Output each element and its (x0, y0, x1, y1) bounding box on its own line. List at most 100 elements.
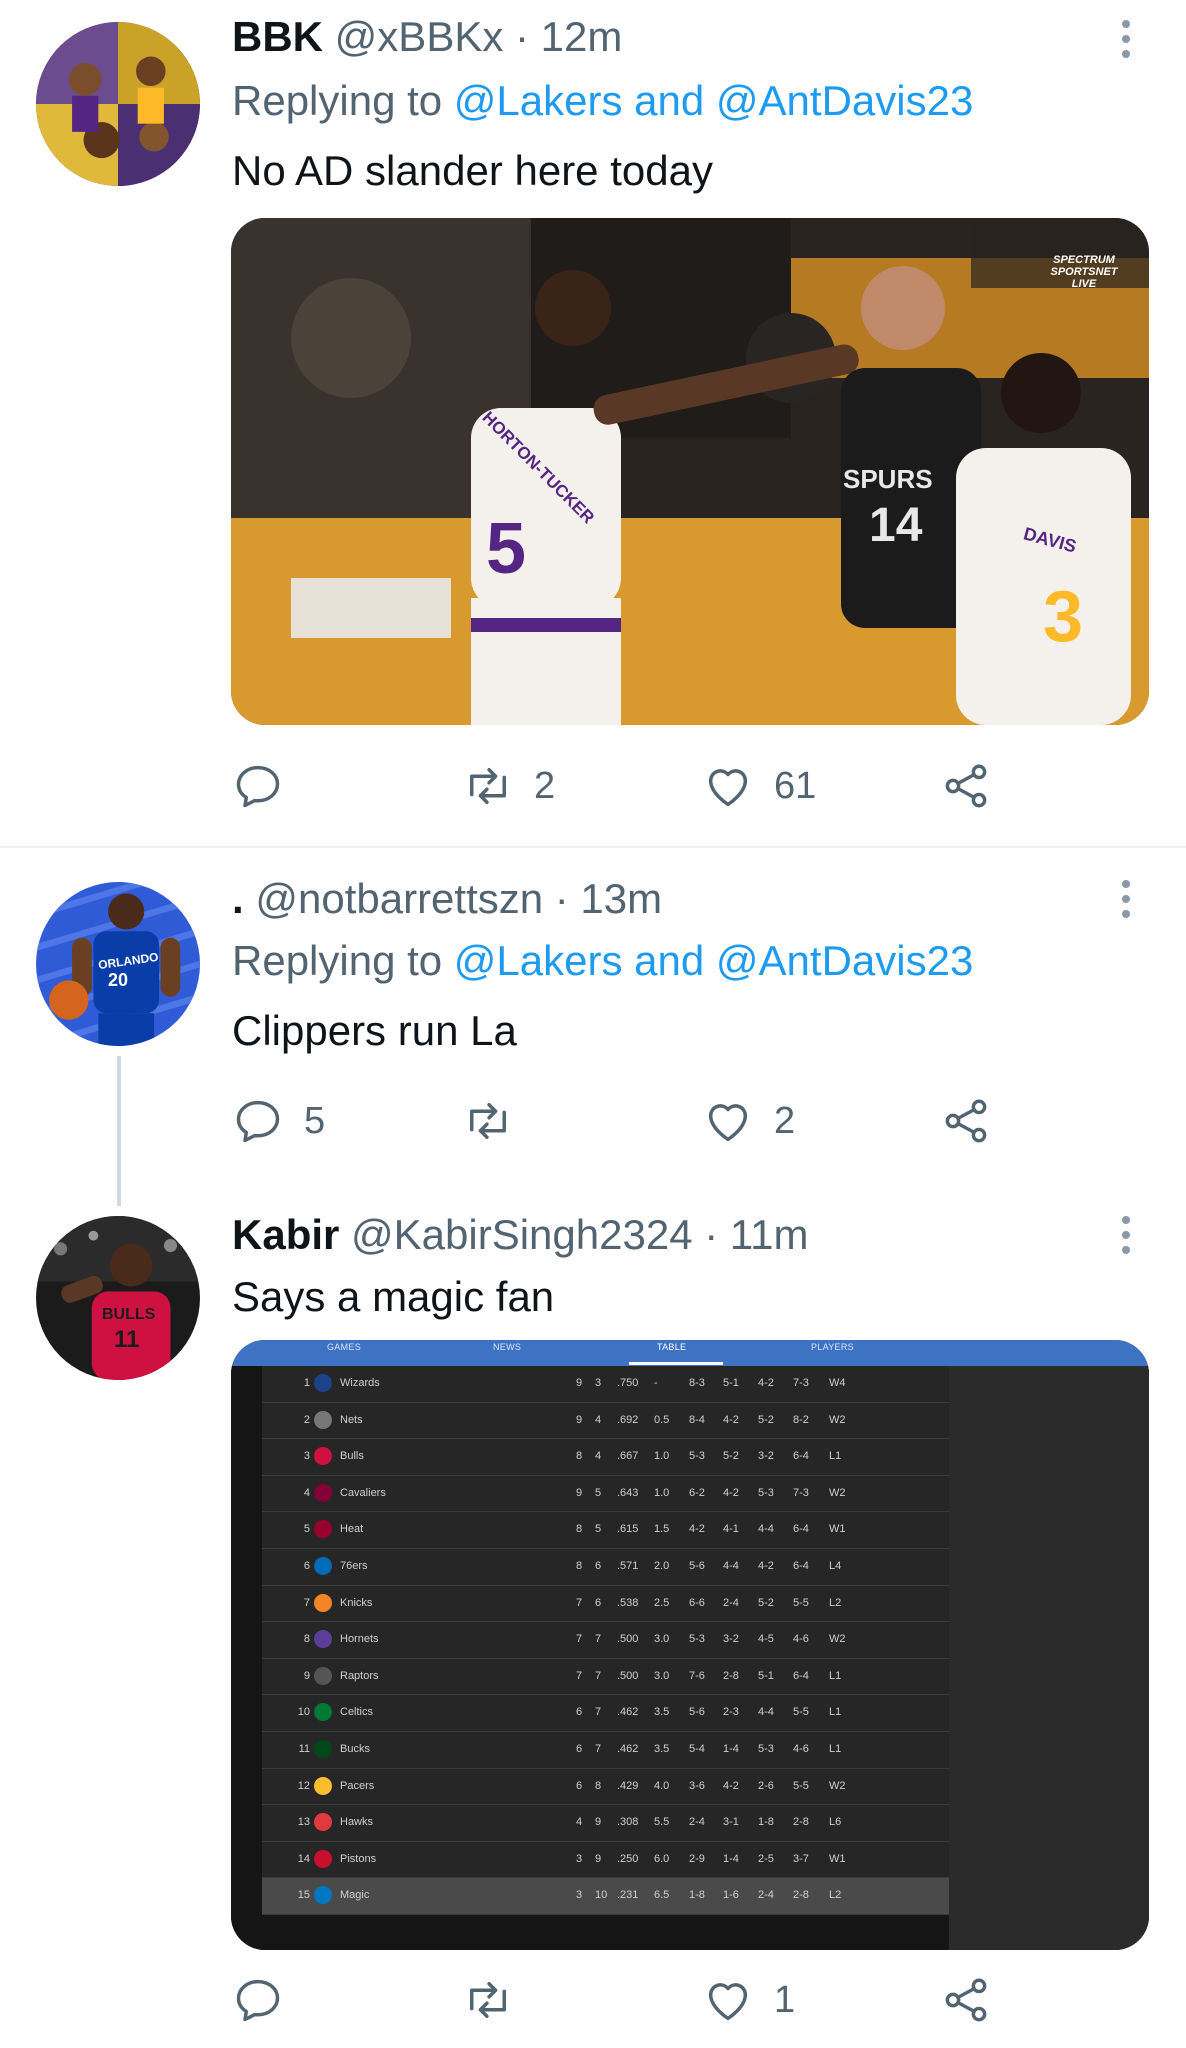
standings-row[interactable]: 7 Knicks 7 6.538 2.5 6-6 2-4 5-2 5-5 L2 (262, 1586, 949, 1623)
author-name[interactable]: Kabir (232, 1211, 339, 1258)
cell-w: 7 (576, 1633, 583, 1646)
jersey-number-center: 14 (869, 499, 923, 552)
standings-row[interactable]: 3 Bulls 8 4 .667 1.0 5-3 5-2 3-2 6-4 L1 (262, 1439, 949, 1476)
avatar[interactable]: ORLANDO 20 (36, 882, 200, 1046)
standings-row[interactable]: 1 Wizards 9 3 .750 - 8-3 5-1 4-2 7-3 W4 (262, 1366, 949, 1403)
standings-row[interactable]: 4 Cavaliers 9 5 .643 1.0 6-2 4-2 5-3 7-3 W2 (262, 1476, 949, 1513)
cell-team: Heat (340, 1523, 364, 1536)
cell-pct: .500 (617, 1669, 639, 1682)
retweet-button[interactable] (462, 1972, 534, 2028)
timestamp[interactable]: · 12m (515, 13, 622, 60)
more-icon[interactable] (1114, 1216, 1138, 1262)
tweet-3[interactable]: BULLS 11 Kabir @KabirSingh2324 · 11m Say… (0, 1208, 1186, 2048)
team-logo-icon (314, 1739, 332, 1758)
jersey-number-right: 3 (1043, 577, 1084, 657)
reply-button[interactable]: 5 (232, 1093, 325, 1149)
cell-strk: L1 (829, 1669, 842, 1682)
share-button[interactable] (940, 1093, 992, 1149)
author-name[interactable]: . (232, 875, 244, 922)
reply-button[interactable] (232, 758, 304, 814)
timestamp[interactable]: · 13m (555, 875, 662, 922)
cell-l10: 2-8 (793, 1889, 809, 1902)
cell-rank: 6 (303, 1559, 310, 1572)
standings-row[interactable]: 8 Hornets 7 7 .500 3.0 5-3 3-2 4-5 4-6 W2 (262, 1622, 949, 1659)
cell-l: 5 (595, 1486, 602, 1499)
more-icon[interactable] (1114, 880, 1138, 926)
cell-pct: .231 (617, 1889, 639, 1902)
reply-count: 5 (304, 1099, 326, 1142)
team-logo-icon (314, 1520, 332, 1539)
more-icon[interactable] (1114, 20, 1138, 66)
timestamp[interactable]: · 11m (704, 1211, 808, 1258)
share-button[interactable] (940, 1972, 992, 2028)
like-button[interactable]: 1 (702, 1972, 795, 2028)
tweet-photo[interactable]: SPECTRUM SPORTSNET LIVE HORTON-TUCKER 5 … (231, 218, 1149, 725)
cell-w: 9 (576, 1413, 583, 1426)
cell-l: 6 (595, 1559, 602, 1572)
cell-pct: .429 (617, 1779, 639, 1792)
reply-button[interactable] (232, 1972, 304, 2028)
standings-row[interactable]: 6 76ers 8 6.571 2.0 5-6 4-4 4-2 6-4 L4 (262, 1549, 949, 1586)
reply-targets[interactable]: @Lakers and @AntDavis23 (454, 77, 974, 124)
author-handle[interactable]: @KabirSingh2324 (351, 1211, 693, 1258)
standings-row[interactable]: 9 Raptors 7 7 .500 3.0 7-6 2-8 5-1 6-4 L1 (262, 1659, 949, 1696)
cell-team: 76ers (340, 1559, 368, 1572)
avatar[interactable] (36, 22, 200, 186)
cell-team: Raptors (340, 1669, 379, 1682)
cell-l10: 7-3 (793, 1486, 809, 1499)
cell-away: 4-4 (723, 1559, 739, 1572)
cell-w: 6 (576, 1742, 583, 1755)
cell-l: 7 (595, 1633, 602, 1646)
author-handle[interactable]: @xBBKx (335, 13, 504, 60)
cell-conf: 5-3 (758, 1486, 774, 1499)
cell-rank: 7 (303, 1596, 310, 1609)
standings-row[interactable]: 10 Celtics 6 7 .462 3.5 5-6 2-3 4-4 5-5 L1 (262, 1695, 949, 1732)
tab-players[interactable]: PLAYERS (811, 1342, 854, 1352)
share-button[interactable] (940, 758, 992, 814)
cell-home: 5-4 (689, 1742, 705, 1755)
share-icon (940, 1095, 992, 1147)
cell-home: 6-2 (689, 1486, 705, 1499)
tweet-photo[interactable]: GAMES NEWS TABLE PLAYERS 1 Wizards 9 3.750-… (231, 1340, 1149, 1950)
avatar-player-image (36, 1216, 200, 1380)
retweet-button[interactable]: 2 (462, 758, 555, 814)
standings-row[interactable]: 5 Heat 8 5.615 1.5 4-2 4-1 4-4 6-4 W1 (262, 1512, 949, 1549)
cell-w: 8 (576, 1450, 583, 1463)
cell-pct: .462 (617, 1706, 639, 1719)
cell-w: 6 (576, 1706, 583, 1719)
standings-row[interactable]: 13 Hawks 4 9 .308 5.5 2-4 3-1 1-8 2-8 L6 (262, 1805, 949, 1842)
reply-context: Replying to @Lakers and @AntDavis23 (232, 936, 973, 986)
cell-l: 5 (595, 1523, 602, 1536)
avatar[interactable]: BULLS 11 (36, 1216, 200, 1380)
cell-rank: 14 (297, 1852, 310, 1865)
cell-away: 5-1 (723, 1377, 739, 1389)
tab-table[interactable]: TABLE (657, 1342, 686, 1352)
like-button[interactable]: 2 (702, 1093, 795, 1149)
tab-games[interactable]: GAMES (327, 1342, 361, 1352)
team-logo-icon (314, 1374, 332, 1392)
author-handle[interactable]: @notbarrettszn (255, 875, 543, 922)
cell-pct: .538 (617, 1596, 639, 1609)
tweet-2[interactable]: ORLANDO 20 . @notbarrettszn · 13m Replyi… (0, 848, 1186, 1208)
standings-row[interactable]: 12 Pacers 6 8 .429 4.0 3-6 4-2 2-6 5-5 W2 (262, 1769, 949, 1806)
like-button[interactable]: 61 (702, 758, 816, 814)
standings-row[interactable]: 15 Magic 3 10 .231 6.5 1-8 1-6 2-4 2-8 L2 (262, 1878, 949, 1915)
cell-away: 3-2 (723, 1633, 739, 1646)
retweet-button[interactable] (462, 1093, 534, 1149)
standings-row[interactable]: 11 Bucks 6 7 .462 3.5 5-4 1-4 5-3 4-6 L1 (262, 1732, 949, 1769)
team-logo-icon (314, 1776, 332, 1795)
tweet-1[interactable]: BBK @xBBKx · 12m Replying to @Lakers and… (0, 0, 1186, 846)
reply-prefix: Replying to (232, 937, 454, 984)
cell-team: Hawks (340, 1816, 374, 1829)
cell-l: 8 (595, 1779, 602, 1792)
cell-conf: 2-6 (758, 1779, 774, 1792)
reply-targets[interactable]: @Lakers and @AntDavis23 (454, 937, 974, 984)
cell-home: 4-2 (689, 1523, 705, 1536)
author-name[interactable]: BBK (232, 13, 323, 60)
cell-team: Hornets (340, 1633, 379, 1646)
standings-row[interactable]: 2 Nets 9 4 .692 0.5 8-4 4-2 5-2 8-2 W2 (262, 1403, 949, 1440)
tab-news[interactable]: NEWS (493, 1342, 521, 1352)
standings-row[interactable]: 14 Pistons 3 9 .250 6.0 2-9 1-4 2-5 3-7 W1 (262, 1842, 949, 1879)
cell-l10: 5-5 (793, 1779, 809, 1792)
cell-strk: L6 (829, 1816, 842, 1829)
